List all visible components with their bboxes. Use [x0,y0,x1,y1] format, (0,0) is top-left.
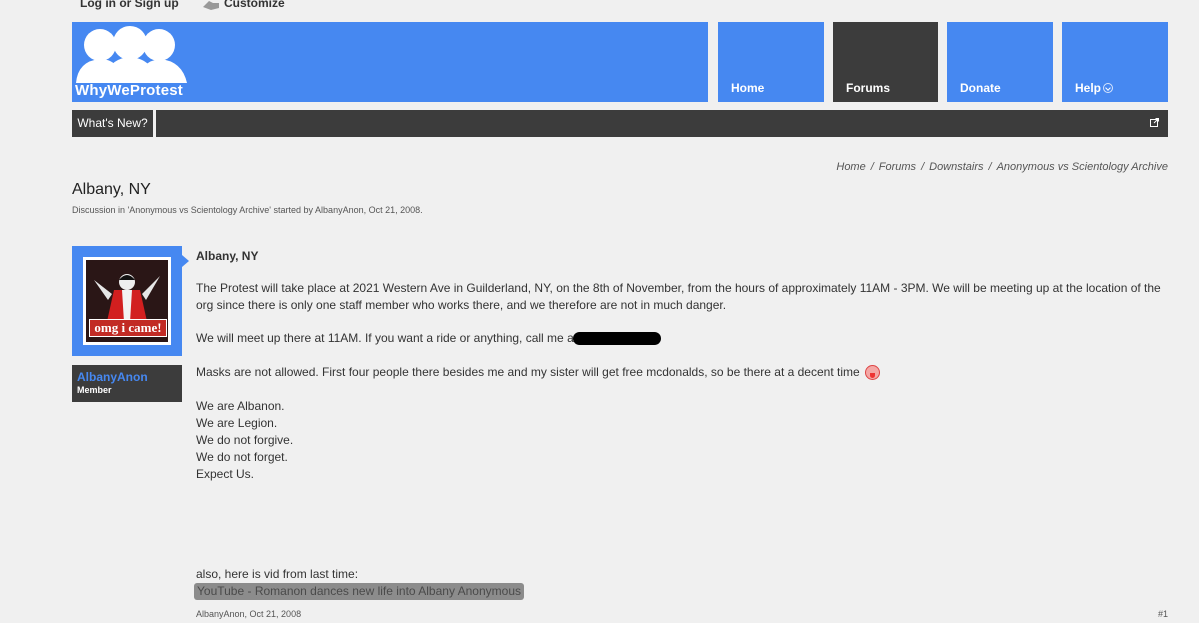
post-paragraph: Masks are not allowed. First four people… [196,364,1168,381]
post-lines: We are Albanon. We are Legion. We do not… [196,398,1168,483]
tab-help-label: Help [1075,81,1102,95]
youtube-link[interactable]: YouTube - Romanon dances new life into A… [194,583,524,600]
thread-description: Discussion in 'Anonymous vs Scientology … [72,205,423,215]
avatar-image: omg i came! [83,257,171,345]
post-meta[interactable]: AlbanyAnon, Oct 21, 2008 [196,609,301,619]
tab-donate-label: Donate [960,81,1001,95]
redaction-mark [573,332,662,346]
post-line: We are Albanon. [196,399,285,413]
post-line: Expect Us. [196,467,255,481]
breadcrumb-home[interactable]: Home [836,161,865,173]
avatar[interactable]: omg i came! [72,246,182,356]
post-number[interactable]: #1 [1158,609,1168,619]
username-link[interactable]: AlbanyAnon [77,370,148,384]
breadcrumb-separator: / [870,161,874,173]
breadcrumb-downstairs[interactable]: Downstairs [929,161,983,173]
login-signup-link[interactable]: Log in or Sign up [80,0,179,10]
post-title: Albany, NY [196,249,259,263]
customize-link[interactable]: Customize [224,0,285,10]
tab-home[interactable]: Home [718,22,824,102]
logo-text[interactable]: WhyWeProtest [75,82,183,99]
avatar-pointer [182,255,189,267]
sub-navigation: What's New? [72,110,1168,137]
breadcrumb-archive[interactable]: Anonymous vs Scientology Archive [997,161,1168,173]
user-title: Member [77,385,112,395]
breadcrumb-separator: / [921,161,925,173]
post-line: We do not forget. [196,450,288,464]
chevron-down-icon[interactable] [1103,83,1113,93]
tongue-smiley-icon [865,365,880,381]
post-text: Masks are not allowed. First four people… [196,365,860,379]
logo-icon[interactable] [74,25,189,83]
tab-forums[interactable]: Forums [833,22,938,102]
breadcrumb-separator: / [988,161,992,173]
breadcrumb: Home / Forums / Downstairs / Anonymous vs Scie… [836,161,1168,173]
page-title: Albany, NY [72,181,151,198]
post-text: We will meet up there at 11AM. If you wa… [196,331,578,345]
avatar-picture: omg i came! [86,260,168,342]
post-line: We do not forgive. [196,433,294,447]
breadcrumb-forums[interactable]: Forums [879,161,916,173]
tab-help[interactable]: Help [1062,22,1168,102]
tab-donate[interactable]: Donate [947,22,1053,102]
post-paragraph: The Protest will take place at 2021 West… [196,281,1161,312]
customize-icon [203,1,219,10]
post-paragraph: We will meet up there at 11AM. If you wa… [196,330,1168,347]
avatar-caption: omg i came! [89,319,167,337]
site-header: WhyWeProtest [72,22,708,102]
post-paragraph: also, here is vid from last time: [196,567,359,581]
tab-forums-label: Forums [846,81,891,95]
external-link-icon[interactable] [1150,118,1159,127]
post-line: We are Legion. [196,416,278,430]
user-info: AlbanyAnon Member [72,365,182,402]
tab-home-label: Home [731,81,765,95]
whats-new-link[interactable]: What's New? [72,110,156,137]
